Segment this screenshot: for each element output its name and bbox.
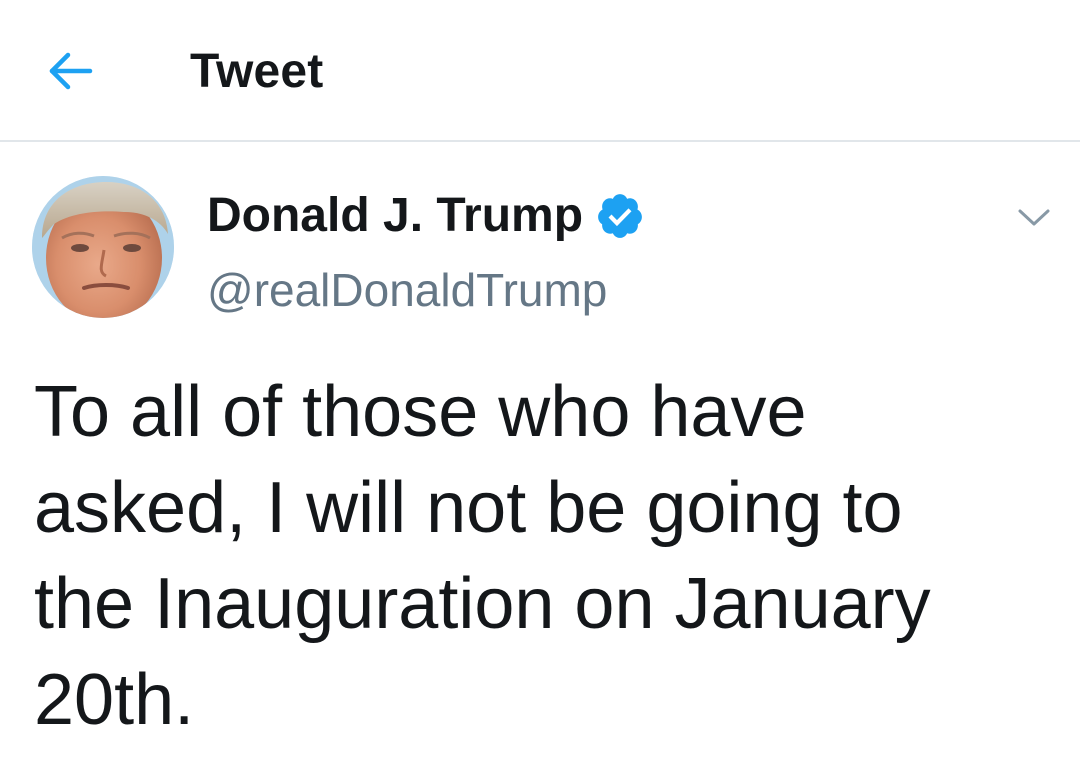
author-handle[interactable]: @realDonaldTrump [207,262,607,318]
top-bar: Tweet [0,0,1080,142]
back-button[interactable] [44,46,98,96]
display-name[interactable]: Donald J. Trump [207,187,583,245]
tweet-card: Donald J. Trump @realDonaldTrump To all … [0,142,1080,774]
tweet-text-line: asked, I will not be going to [34,468,903,548]
author-row: Donald J. Trump [207,186,645,246]
verified-badge-icon [598,194,642,238]
avatar-photo [32,176,174,318]
tweet-menu-button[interactable] [1012,198,1056,238]
tweet-text: To all of those who have asked, I will n… [34,364,1044,748]
tweet-text-line: To all of those who have [34,372,807,452]
avatar[interactable] [32,176,174,318]
chevron-down-icon [1018,209,1050,226]
page-title: Tweet [190,45,324,98]
arrow-left-icon [49,52,93,90]
tweet-text-line: the Inauguration on January [34,564,931,644]
tweet-text-line: 20th. [34,660,195,740]
